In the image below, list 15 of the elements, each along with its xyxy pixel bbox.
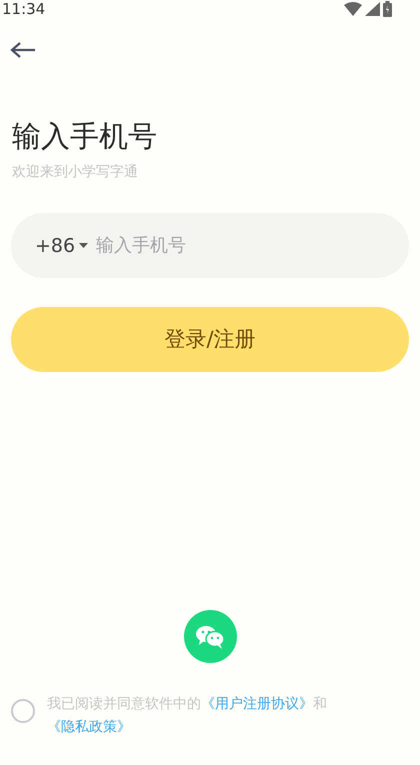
agreement-checkbox[interactable] bbox=[11, 699, 35, 723]
wechat-login-button[interactable] bbox=[184, 610, 236, 663]
wifi-icon bbox=[344, 2, 362, 16]
status-time: 11:34 bbox=[2, 2, 46, 16]
back-arrow-icon bbox=[10, 41, 36, 59]
agreement-text: 我已阅读并同意软件中的《用户注册协议》和 《隐私政策》 bbox=[47, 695, 328, 737]
signal-icon bbox=[365, 2, 380, 16]
welcome-text: 欢迎来到小学写字通 bbox=[12, 163, 138, 182]
dropdown-caret-icon bbox=[79, 243, 88, 248]
login-register-button[interactable]: 登录/注册 bbox=[11, 307, 409, 372]
phone-field[interactable]: +86 输入手机号 bbox=[11, 213, 409, 278]
chat-bubbles-icon bbox=[195, 624, 225, 650]
page-title: 输入手机号 bbox=[12, 118, 157, 154]
country-code-dropdown[interactable]: +86 bbox=[35, 232, 88, 260]
phone-input-field[interactable]: 输入手机号 bbox=[96, 232, 409, 260]
